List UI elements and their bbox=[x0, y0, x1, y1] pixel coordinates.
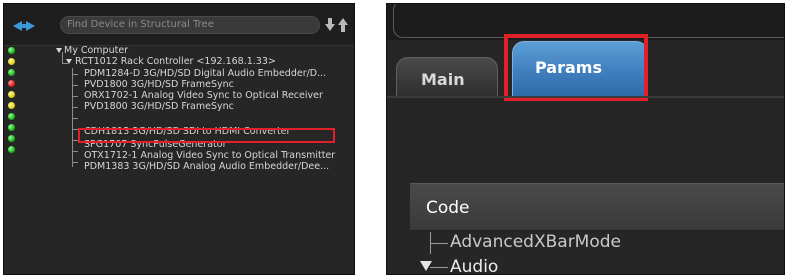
tree-connector bbox=[430, 243, 448, 244]
column-header-label: Code bbox=[426, 198, 470, 218]
status-indicator-device bbox=[8, 91, 15, 98]
tree-connector bbox=[72, 151, 78, 152]
status-indicator-device bbox=[8, 146, 15, 153]
expand-chevron-icon[interactable] bbox=[420, 261, 432, 271]
tree-connector bbox=[72, 107, 78, 108]
tree-node-label: PDM1383 3G/HD/SD Analog Audio Embedder/D… bbox=[84, 161, 330, 172]
tree-toolbar: Find Device in Structural Tree bbox=[4, 4, 354, 46]
status-indicator-device bbox=[8, 135, 15, 142]
structural-tree-panel: Find Device in Structural Tree My Comput… bbox=[3, 3, 355, 275]
tree-node-label: ORX1702-1 Analog Video Sync to Optical R… bbox=[84, 90, 323, 101]
status-indicator-device bbox=[8, 102, 15, 109]
tree-node-label: My Computer bbox=[64, 45, 129, 56]
device-search-input[interactable]: Find Device in Structural Tree bbox=[60, 16, 320, 34]
tree-connector bbox=[72, 162, 78, 163]
expand-chevron-icon[interactable] bbox=[66, 59, 72, 64]
tree-node-label: PDM1284-D 3G/HD/SD Digital Audio Embedde… bbox=[84, 68, 327, 79]
tree-node-root[interactable]: My Computer bbox=[64, 45, 128, 56]
tree-node-device[interactable]: OTX1712-1 Analog Video Sync to Optical T… bbox=[84, 150, 335, 161]
status-indicator-device bbox=[8, 69, 15, 76]
param-label: Audio bbox=[450, 257, 499, 275]
tree-connector bbox=[72, 96, 78, 97]
tree-node-device[interactable]: PDM1284-D 3G/HD/SD Digital Audio Embedde… bbox=[84, 68, 326, 79]
back-arrow-icon[interactable] bbox=[13, 21, 26, 31]
status-indicator-device bbox=[8, 113, 15, 120]
tree-connector bbox=[72, 118, 78, 119]
tree-node-device[interactable]: ORX1702-1 Analog Video Sync to Optical R… bbox=[84, 90, 323, 101]
params-tab-highlight-box bbox=[504, 34, 648, 101]
tree-connector bbox=[430, 267, 448, 268]
tree-node-label: OTX1712-1 Analog Video Sync to Optical T… bbox=[84, 150, 336, 161]
forward-arrow-icon[interactable] bbox=[22, 21, 35, 31]
tree-node-device[interactable]: PVD1800 3G/HD/SD FrameSync bbox=[84, 101, 234, 112]
expand-chevron-icon[interactable] bbox=[56, 48, 62, 53]
device-details-panel: Main Params Code AdvancedXBarMode Audio bbox=[386, 3, 785, 275]
param-row[interactable]: AdvancedXBarMode bbox=[450, 232, 621, 252]
tree-connector bbox=[72, 85, 78, 86]
status-indicator-controller bbox=[8, 58, 15, 65]
tab-main[interactable]: Main bbox=[396, 57, 498, 97]
status-indicator-device bbox=[8, 80, 15, 87]
tree-node-label: PVD1800 3G/HD/SD FrameSync bbox=[84, 101, 234, 112]
tree-node-device[interactable]: PVD1800 3G/HD/SD FrameSync bbox=[84, 79, 234, 90]
tab-label: Main bbox=[421, 70, 465, 89]
tab-divider bbox=[387, 96, 784, 98]
search-previous-up-icon[interactable] bbox=[338, 18, 348, 32]
tree-node-controller[interactable]: RCT1012 Rack Controller <192.168.1.33> bbox=[75, 56, 276, 67]
search-next-down-icon[interactable] bbox=[325, 18, 335, 32]
status-indicator-root bbox=[8, 47, 15, 54]
tree-node-label: PVD1800 3G/HD/SD FrameSync bbox=[84, 79, 234, 90]
tree-node-device[interactable]: PDM1383 3G/HD/SD Analog Audio Embedder/D… bbox=[84, 161, 329, 172]
tree-connector bbox=[72, 74, 78, 75]
param-group-row[interactable]: Audio bbox=[450, 257, 499, 275]
code-column-header[interactable]: Code bbox=[410, 183, 784, 231]
device-highlight-box bbox=[78, 128, 335, 143]
tree-node-label: RCT1012 Rack Controller <192.168.1.33> bbox=[75, 56, 276, 67]
status-indicator-device bbox=[8, 124, 15, 131]
param-label: AdvancedXBarMode bbox=[450, 232, 622, 252]
